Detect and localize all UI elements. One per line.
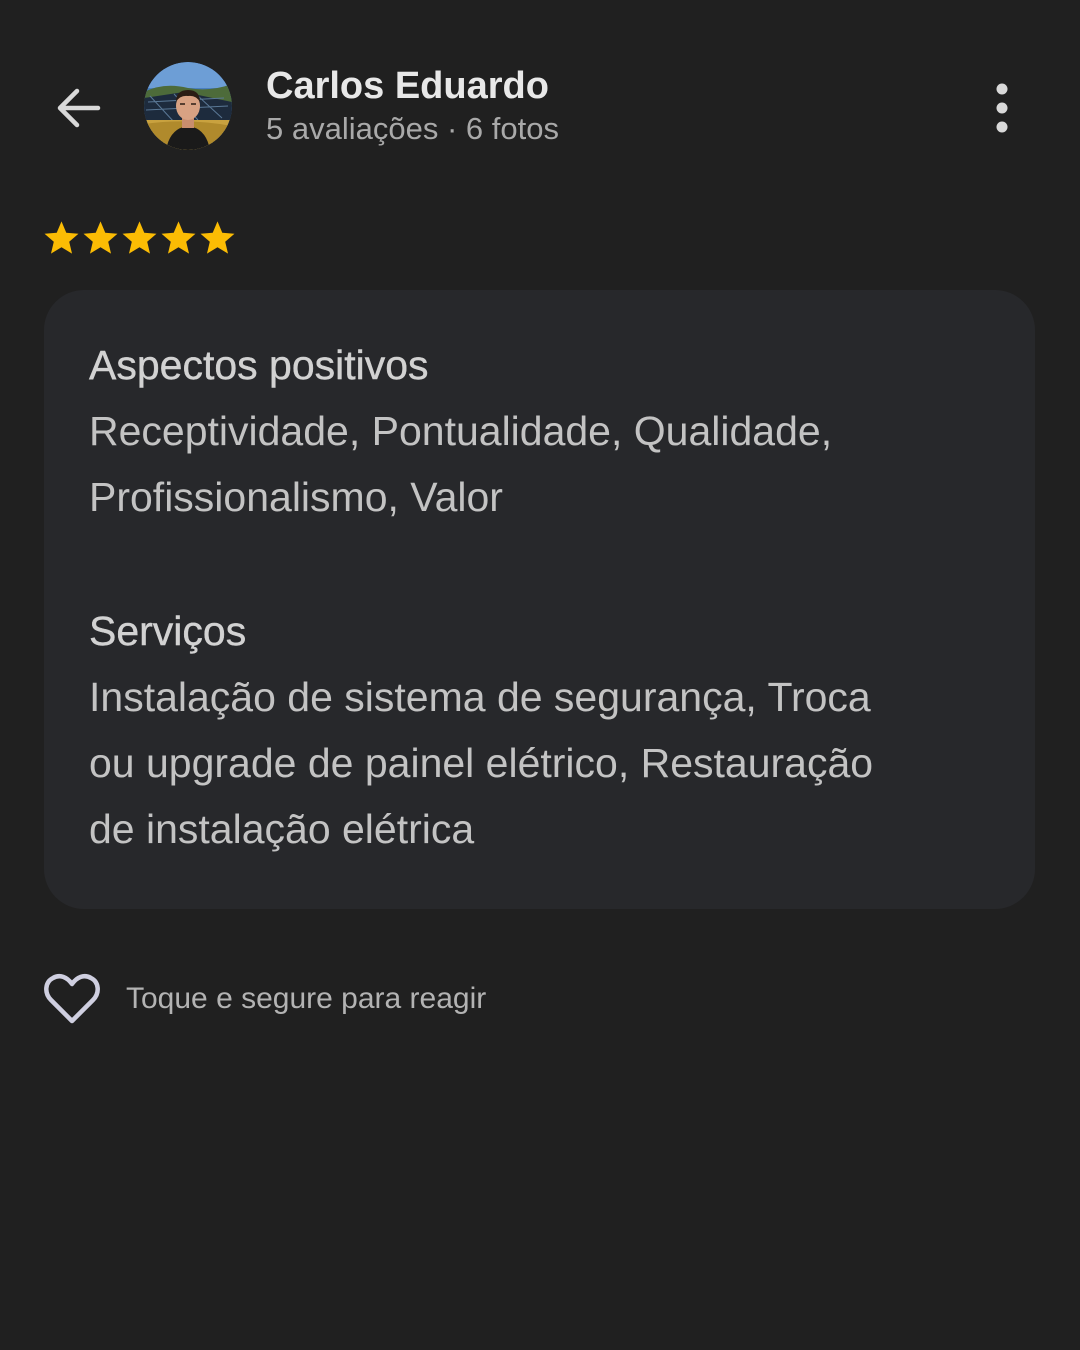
- reaction-row: Toque e segure para reagir: [42, 968, 486, 1030]
- review-section-title: Serviços: [89, 608, 247, 654]
- review-page: Carlos Eduardo 5 avaliações · 6 fotos As…: [0, 0, 1080, 1350]
- more-vertical-icon: [996, 83, 1008, 133]
- arrow-left-icon: [57, 88, 101, 128]
- review-section-text: Receptividade, Pontualidade, Qualidade,: [89, 408, 833, 454]
- star-icon: [122, 221, 157, 254]
- review-card: Aspectos positivos Receptividade, Pontual…: [44, 290, 1035, 909]
- review-section-title: Aspectos positivos: [89, 342, 429, 388]
- back-button[interactable]: [48, 78, 108, 138]
- reviewer-name[interactable]: Carlos Eduardo: [266, 64, 549, 108]
- review-header: Carlos Eduardo 5 avaliações · 6 fotos: [0, 0, 1080, 200]
- star-icon: [83, 221, 118, 254]
- star-icon: [200, 221, 235, 254]
- review-section-text: Instalação de sistema de segurança, Troc…: [89, 674, 871, 720]
- heart-outline-icon: [44, 974, 100, 1024]
- reviewer-stats: 5 avaliações · 6 fotos: [266, 111, 559, 146]
- react-button[interactable]: [42, 969, 102, 1029]
- review-section-text: ou upgrade de painel elétrico, Restauraç…: [89, 740, 874, 786]
- review-section-text: Profissionalismo, Valor: [89, 474, 503, 520]
- star-icon: [161, 221, 196, 254]
- review-section-text: de instalação elétrica: [89, 806, 475, 852]
- avatar[interactable]: [144, 62, 232, 150]
- reaction-hint: Toque e segure para reagir: [126, 982, 487, 1015]
- star-rating: [42, 218, 237, 258]
- more-options-button[interactable]: [976, 78, 1028, 138]
- star-icon: [44, 221, 79, 254]
